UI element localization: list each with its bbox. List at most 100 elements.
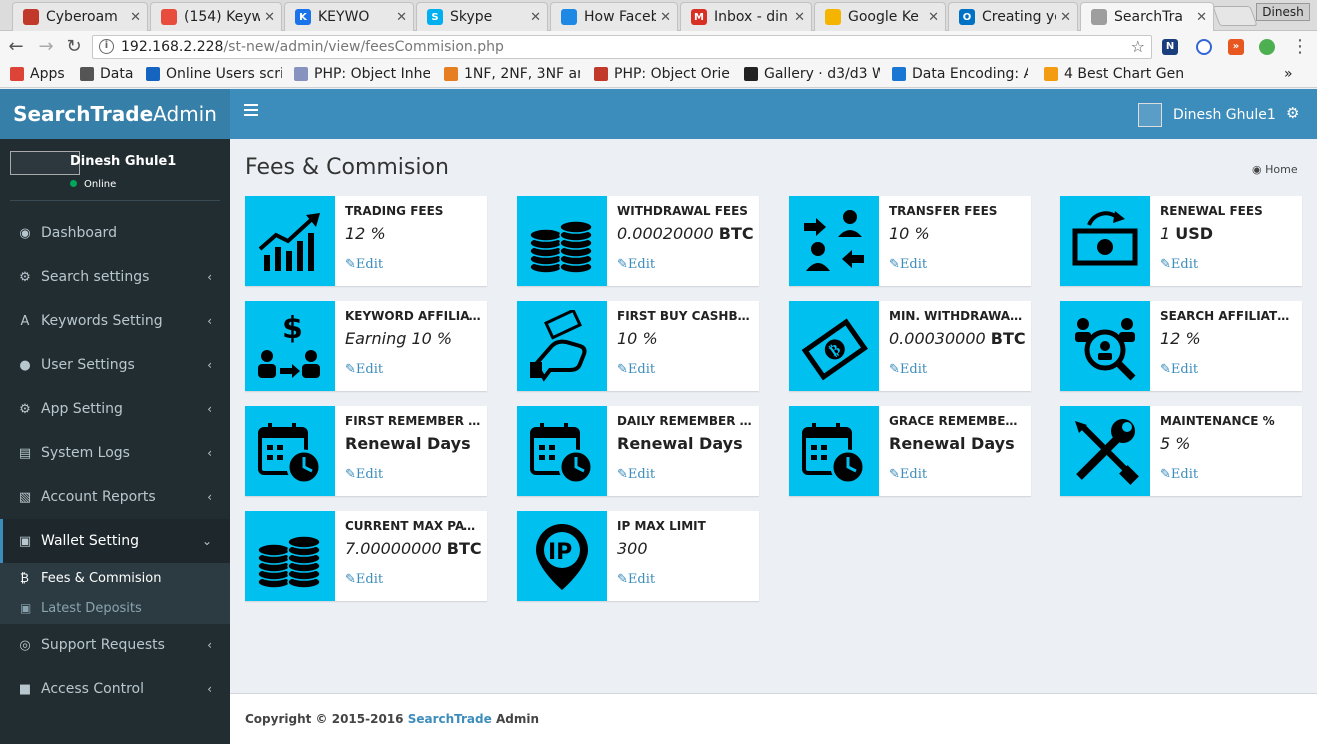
bookmark-item[interactable]: PHP: Object Inhe xyxy=(294,66,430,82)
tab-close-icon[interactable]: ✕ xyxy=(530,10,541,25)
extension-arrows-icon[interactable]: » xyxy=(1228,39,1244,55)
bookmark-icon xyxy=(1044,67,1058,81)
browser-tab[interactable]: SearchTra ✕ xyxy=(1080,2,1214,31)
edit-label: Edit xyxy=(627,257,656,272)
submenu-item[interactable]: ▣ Latest Deposits xyxy=(0,593,230,623)
fee-card-value-row: 10 % xyxy=(889,224,930,243)
bookmark-item[interactable]: Gallery · d3/d3 W xyxy=(744,66,880,82)
sidebar-item-label: Wallet Setting xyxy=(41,533,139,549)
fee-card-title: DAILY REMEMBER DAYS xyxy=(617,414,753,428)
tab-close-icon[interactable]: ✕ xyxy=(1060,10,1071,25)
fee-card-title: GRACE REMEMBER DAYS xyxy=(889,414,1025,428)
sidebar-item[interactable]: ▧ Account Reports ‹ xyxy=(0,475,230,519)
address-bar[interactable]: i 192.168.2.228/st-new/admin/view/feesCo… xyxy=(92,35,1152,59)
browser-tab[interactable]: O Creating yo ✕ xyxy=(948,2,1078,31)
edit-button[interactable]: ✎Edit xyxy=(889,257,927,272)
edit-button[interactable]: ✎Edit xyxy=(617,257,655,272)
fee-card-value-row: 7.00000000 BTC xyxy=(345,539,482,558)
bookmark-item[interactable]: Apps xyxy=(10,66,70,82)
bookmark-item[interactable]: Data xyxy=(80,66,140,82)
browser-tab[interactable]: K KEYWO ✕ xyxy=(284,2,414,31)
bitcoin-ticket-icon: ₿ xyxy=(789,301,879,391)
fee-card-value: Renewal Days xyxy=(617,434,743,453)
edit-button[interactable]: ✎Edit xyxy=(889,362,927,377)
tab-close-icon[interactable]: ✕ xyxy=(928,10,939,25)
bookmarks-more-button[interactable]: » xyxy=(1284,66,1293,82)
breadcrumb[interactable]: ◉ Home xyxy=(1252,163,1298,176)
footer-brand-link[interactable]: SearchTrade xyxy=(408,712,492,726)
browser-tab[interactable]: How Faceb ✕ xyxy=(550,2,678,31)
sidebar-item-label: Access Control xyxy=(41,681,144,697)
bookmark-item[interactable]: PHP: Object Orie xyxy=(594,66,730,82)
forward-icon[interactable]: → xyxy=(35,36,57,57)
gears-icon[interactable]: ⚙ xyxy=(1286,104,1299,122)
bookmark-item[interactable]: Online Users scri xyxy=(146,66,282,82)
logo-bold: SearchTrade xyxy=(13,102,154,126)
sidebar-item-label: User Settings xyxy=(41,357,135,373)
logo-light: Admin xyxy=(153,102,217,126)
edit-button[interactable]: ✎Edit xyxy=(617,572,655,587)
edit-label: Edit xyxy=(627,467,656,482)
browser-tab[interactable]: Google Ke ✕ xyxy=(814,2,946,31)
extension-sync-icon[interactable] xyxy=(1196,39,1212,55)
extension-leaf-icon[interactable] xyxy=(1259,39,1275,55)
sidebar-item[interactable]: ● User Settings ‹ xyxy=(0,343,230,387)
edit-button[interactable]: ✎Edit xyxy=(1160,467,1198,482)
sidebar-item[interactable]: ⚙ App Setting ‹ xyxy=(0,387,230,431)
fee-card-value-row: 10 % xyxy=(617,329,658,348)
tab-close-icon[interactable]: ✕ xyxy=(264,10,275,25)
browser-menu-icon[interactable]: ⋮ xyxy=(1289,36,1311,57)
bookmark-item[interactable]: 4 Best Chart Gen xyxy=(1044,66,1184,82)
submenu-item[interactable]: ₿ Fees & Commision xyxy=(0,563,230,593)
edit-button[interactable]: ✎Edit xyxy=(617,467,655,482)
app-logo[interactable]: SearchTradeAdmin xyxy=(0,89,230,139)
bookmark-item[interactable]: 1NF, 2NF, 3NF an xyxy=(444,66,580,82)
chevron-left-icon: ‹ xyxy=(207,638,212,652)
tab-close-icon[interactable]: ✕ xyxy=(1196,10,1207,25)
reload-icon[interactable]: ↻ xyxy=(63,36,85,57)
fee-card-title: MAINTENANCE % xyxy=(1160,414,1275,428)
tab-close-icon[interactable]: ✕ xyxy=(660,10,671,25)
fee-card-title: TRADING FEES xyxy=(345,204,444,218)
fee-card-title: CURRENT MAX PAYOUT xyxy=(345,519,481,533)
edit-label: Edit xyxy=(627,362,656,377)
browser-tab[interactable]: S Skype ✕ xyxy=(416,2,548,31)
new-tab-button[interactable] xyxy=(1212,6,1258,26)
browser-profile-button[interactable]: Dinesh xyxy=(1256,3,1310,21)
edit-button[interactable]: ✎Edit xyxy=(889,467,927,482)
extension-n-icon[interactable]: N xyxy=(1162,39,1178,55)
tab-close-icon[interactable]: ✕ xyxy=(130,10,141,25)
sidebar-item[interactable]: ◎ Support Requests ‹ xyxy=(0,623,230,667)
browser-tab[interactable]: (154) Keyw ✕ xyxy=(150,2,282,31)
site-info-icon[interactable]: i xyxy=(99,39,114,54)
tab-close-icon[interactable]: ✕ xyxy=(794,10,805,25)
bookmark-item[interactable]: Data Encoding: A xyxy=(892,66,1028,82)
submenu-item-label: Fees & Commision xyxy=(41,570,162,586)
sidebar-item[interactable]: ■ Access Control ‹ xyxy=(0,667,230,711)
fee-card-value-row: Renewal Days xyxy=(889,434,1015,453)
top-navbar: Dinesh Ghule1 ⚙ xyxy=(230,89,1317,139)
edit-button[interactable]: ✎Edit xyxy=(1160,257,1198,272)
sidebar-item[interactable]: ▣ Wallet Setting ⌄ xyxy=(0,519,230,563)
fee-card-title: MIN. WITHDRAWAL LIMIT xyxy=(889,309,1025,323)
tab-close-icon[interactable]: ✕ xyxy=(396,10,407,25)
sidebar-toggle-icon[interactable] xyxy=(244,104,258,119)
browser-tab[interactable]: M Inbox - din ✕ xyxy=(680,2,812,31)
sidebar-item[interactable]: ⚙ Search settings ‹ xyxy=(0,255,230,299)
bookmark-star-icon[interactable]: ☆ xyxy=(1131,36,1145,58)
sidebar-item[interactable]: A Keywords Setting ‹ xyxy=(0,299,230,343)
edit-button[interactable]: ✎Edit xyxy=(1160,362,1198,377)
sidebar-item[interactable]: ◉ Dashboard xyxy=(0,211,230,255)
edit-button[interactable]: ✎Edit xyxy=(345,362,383,377)
fee-card-title: FIRST BUY CASHBACK xyxy=(617,309,753,323)
user-menu[interactable]: Dinesh Ghule1 xyxy=(1138,103,1276,127)
back-icon[interactable]: ← xyxy=(5,36,27,57)
sidebar-item[interactable]: ▤ System Logs ‹ xyxy=(0,431,230,475)
edit-button[interactable]: ✎Edit xyxy=(345,467,383,482)
edit-button[interactable]: ✎Edit xyxy=(345,257,383,272)
top-user-name: Dinesh Ghule1 xyxy=(1173,107,1276,123)
tab-favicon-icon: S xyxy=(427,9,443,25)
browser-tab[interactable]: Cyberoam ✕ xyxy=(12,2,148,31)
edit-button[interactable]: ✎Edit xyxy=(345,572,383,587)
edit-button[interactable]: ✎Edit xyxy=(617,362,655,377)
